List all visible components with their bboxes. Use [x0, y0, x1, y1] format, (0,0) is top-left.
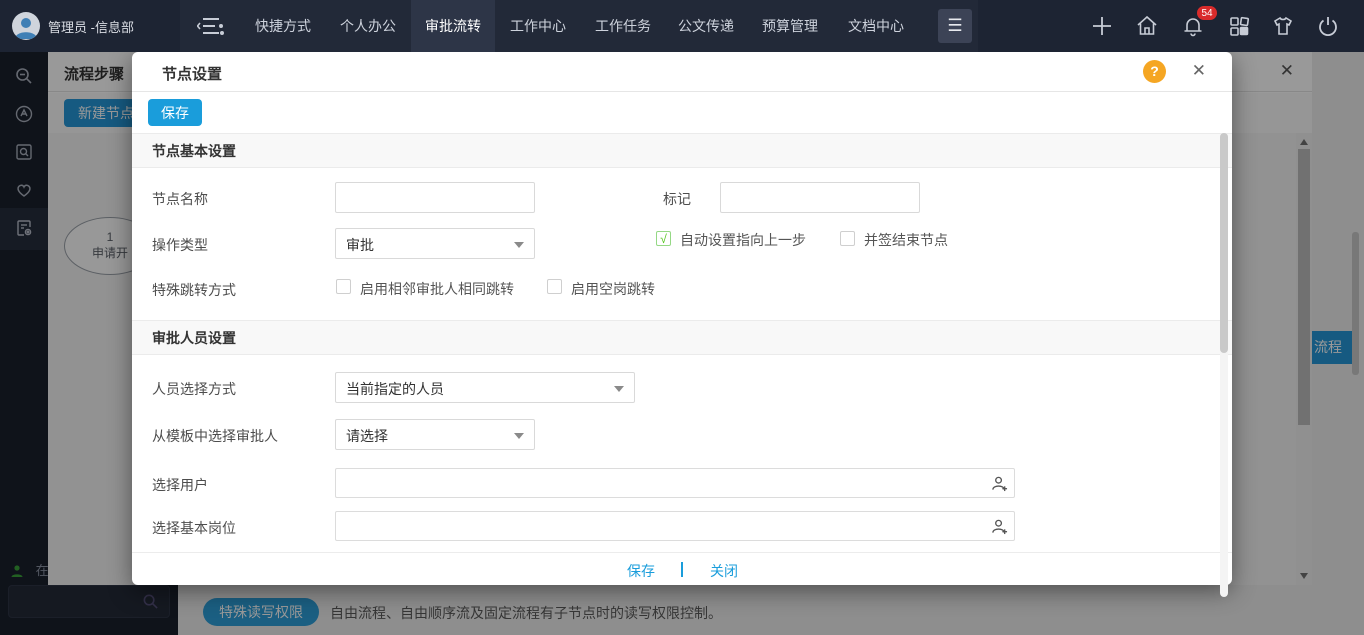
- section-basic-settings: 节点基本设置: [132, 133, 1232, 168]
- chevron-down-icon: [614, 386, 624, 392]
- person-select-value: 当前指定的人员: [346, 379, 444, 399]
- mark-input[interactable]: [720, 182, 920, 213]
- modal-title: 节点设置: [162, 63, 222, 84]
- row-person-select: 人员选择方式 当前指定的人员: [152, 372, 1232, 403]
- nav-item-work-tasks[interactable]: 工作任务: [581, 0, 665, 52]
- modal-scrollbar-thumb[interactable]: [1220, 133, 1228, 353]
- adjacent-jump-checkbox[interactable]: [336, 279, 351, 294]
- menu-collapse-icon[interactable]: [197, 15, 225, 37]
- footer-divider: [681, 562, 683, 577]
- row-node-name: 节点名称 标记: [152, 182, 1232, 213]
- special-jump-label: 特殊跳转方式: [152, 280, 236, 300]
- modal-scrollbar[interactable]: [1220, 133, 1228, 597]
- nav-item-personal-office[interactable]: 个人办公: [326, 0, 410, 52]
- notification-badge: 54: [1196, 5, 1218, 21]
- nav-item-work-center[interactable]: 工作中心: [496, 0, 580, 52]
- adjacent-jump-label: 启用相邻审批人相同跳转: [360, 279, 514, 299]
- node-name-label: 节点名称: [152, 189, 208, 209]
- node-name-input[interactable]: [335, 182, 535, 213]
- footer-close-link[interactable]: 关闭: [710, 561, 738, 581]
- select-user-input[interactable]: [335, 468, 1015, 498]
- vacant-jump-checkbox[interactable]: [547, 279, 562, 294]
- power-icon[interactable]: [1316, 14, 1340, 38]
- section-approver-settings: 审批人员设置: [132, 320, 1232, 355]
- joint-end-label: 并签结束节点: [864, 230, 948, 250]
- auto-point-label: 自动设置指向上一步: [680, 230, 806, 250]
- theme-shirt-icon[interactable]: [1271, 14, 1295, 38]
- avatar[interactable]: [12, 12, 40, 40]
- person-select-label: 人员选择方式: [152, 379, 236, 399]
- chevron-down-icon: [514, 242, 524, 248]
- home-icon[interactable]: [1135, 14, 1159, 38]
- help-icon[interactable]: ?: [1143, 60, 1166, 83]
- person-select-dropdown[interactable]: 当前指定的人员: [335, 372, 635, 403]
- nav-item-document-center[interactable]: 文档中心: [834, 0, 918, 52]
- person-add-icon[interactable]: [991, 518, 1008, 538]
- select-user-label: 选择用户: [152, 475, 208, 495]
- plus-icon[interactable]: [1090, 14, 1114, 38]
- chevron-down-icon: [514, 433, 524, 439]
- more-menu-icon[interactable]: ☰: [938, 9, 972, 43]
- select-position-input[interactable]: [335, 511, 1015, 541]
- apps-grid-icon[interactable]: [1227, 14, 1251, 38]
- operation-type-label: 操作类型: [152, 235, 208, 255]
- nav-item-official-document[interactable]: 公文传递: [664, 0, 748, 52]
- nav-item-approval-flow[interactable]: 审批流转: [411, 0, 495, 52]
- footer-save-link[interactable]: 保存: [627, 561, 655, 581]
- nav-item-budget[interactable]: 预算管理: [748, 0, 832, 52]
- template-approver-dropdown[interactable]: 请选择: [335, 419, 535, 450]
- operation-type-value: 审批: [346, 235, 374, 255]
- operation-type-select[interactable]: 审批: [335, 228, 535, 259]
- row-select-user: 选择用户: [152, 468, 1232, 498]
- modal-header: 节点设置 ? ✕: [132, 52, 1232, 92]
- row-template-approver: 从模板中选择审批人 请选择: [152, 419, 1232, 450]
- row-operation-type: 操作类型 审批 √ 自动设置指向上一步 并签结束节点: [152, 228, 1232, 259]
- joint-end-checkbox[interactable]: [840, 231, 855, 246]
- modal-footer: 保存 关闭: [132, 552, 1232, 585]
- template-approver-label: 从模板中选择审批人: [152, 426, 278, 446]
- user-name[interactable]: 管理员 -信息部: [48, 17, 134, 36]
- select-position-label: 选择基本岗位: [152, 518, 236, 538]
- row-select-position: 选择基本岗位: [152, 511, 1232, 541]
- mark-label: 标记: [663, 189, 691, 209]
- row-special-jump: 特殊跳转方式 启用相邻审批人相同跳转 启用空岗跳转: [152, 279, 1232, 303]
- top-navigation-bar: 管理员 -信息部 快捷方式 个人办公 审批流转 工作中心 工作任务 公文传递 预…: [0, 0, 1364, 52]
- auto-point-checkbox[interactable]: √: [656, 231, 671, 246]
- save-button[interactable]: 保存: [148, 99, 202, 126]
- vacant-jump-label: 启用空岗跳转: [571, 279, 655, 299]
- modal-toolbar: 保存: [132, 92, 1232, 133]
- node-settings-modal: 节点设置 ? ✕ 保存 节点基本设置 节点名称 标记 操作类型 审批 √ 自动设…: [132, 52, 1232, 585]
- template-approver-value: 请选择: [346, 426, 388, 446]
- nav-item-shortcuts[interactable]: 快捷方式: [241, 0, 325, 52]
- close-icon[interactable]: ✕: [1192, 61, 1206, 81]
- person-add-icon[interactable]: [991, 475, 1008, 495]
